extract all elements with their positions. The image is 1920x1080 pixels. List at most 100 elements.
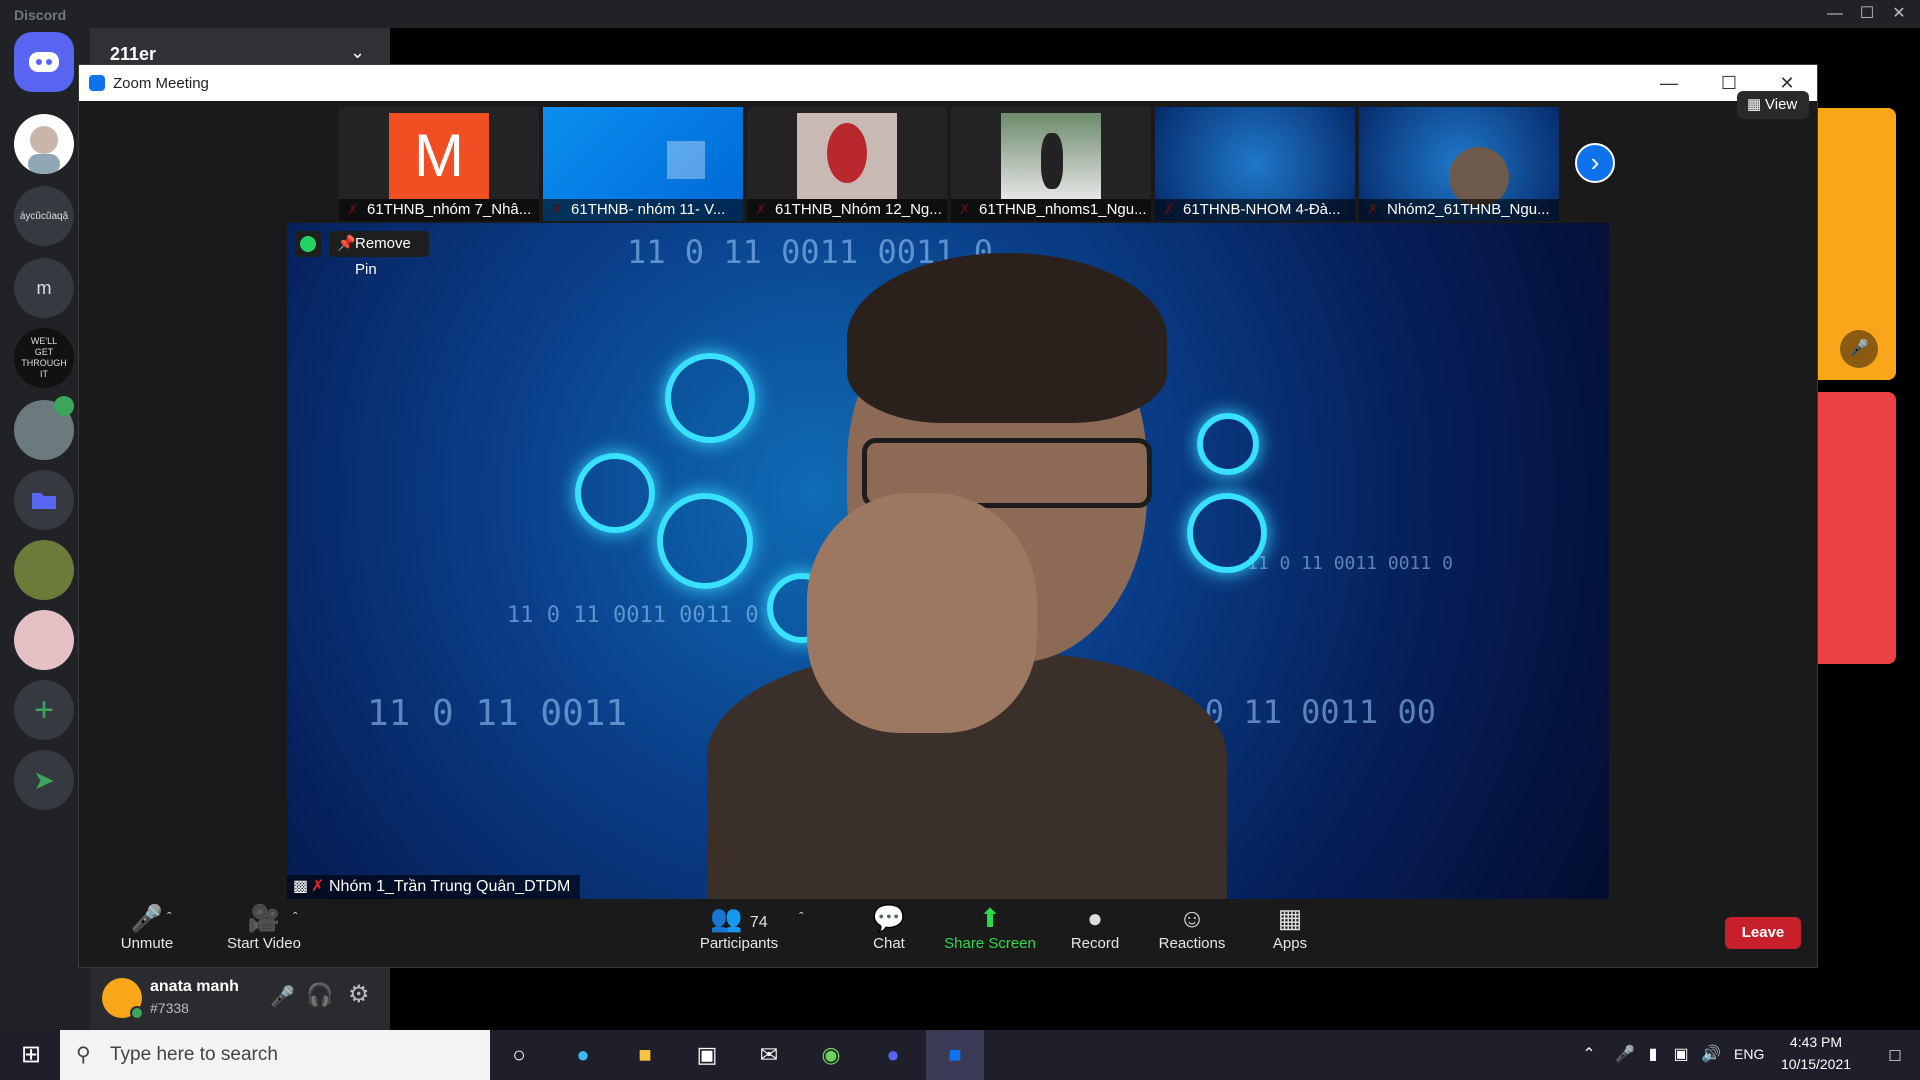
thumbnail-name: 61THNB_nhoms1_Ngu... [951, 199, 1151, 221]
power-gear-icon [665, 353, 755, 443]
server-rail: áycũcũaqậ m WE'LL GET THROUGH IT + ➤ [0, 28, 90, 1030]
app-icon[interactable]: ◉ [802, 1030, 860, 1080]
thumbnail-name: 61THNB_Nhóm 12_Ng... [747, 199, 947, 221]
user-name: anata manh [150, 978, 239, 995]
thumbnail-1[interactable]: M ✗ 61THNB_nhóm 7_Nhâ... [339, 107, 539, 221]
close-button[interactable]: ✕ [1884, 2, 1914, 26]
chevron-up-icon[interactable]: ˆ [799, 909, 804, 925]
explore-icon[interactable]: ➤ [14, 750, 74, 810]
shield-icon [295, 231, 321, 257]
file-explorer-icon[interactable]: ■ [616, 1030, 674, 1080]
chevron-up-icon[interactable]: ˆ [293, 909, 298, 925]
discord-taskbar-icon[interactable]: ● [864, 1030, 922, 1080]
folder-icon[interactable] [14, 470, 74, 530]
reactions-button[interactable]: ☺ Reactions [1147, 901, 1237, 961]
participants-icon: 👥 74 [710, 903, 768, 933]
server-7[interactable] [14, 610, 74, 670]
user-panel: anata manh #7338 🎤 🎧 ⚙ [90, 966, 390, 1030]
server-6[interactable] [14, 540, 74, 600]
server-gear-icon [1187, 493, 1267, 573]
edge-icon[interactable]: ● [554, 1030, 612, 1080]
record-icon: ● [1087, 903, 1103, 933]
server-avatar-1[interactable] [14, 114, 74, 174]
grid-icon: ▦ [1747, 96, 1762, 113]
mic-off-icon: ✗ [311, 878, 325, 895]
bg-binary: 11 0 11 0011 0011 0 [507, 603, 759, 628]
participants-button[interactable]: 👥 74 Participants [689, 901, 789, 961]
main-speaker-label: ▩ ✗ Nhóm 1_Trần Trung Quân_DTDM [287, 875, 581, 899]
gear-icon[interactable]: ⚙ [348, 980, 370, 1009]
record-button[interactable]: ● Record [1055, 901, 1135, 961]
smiley-icon: ☺ [1178, 903, 1206, 933]
task-view-icon[interactable]: ○ [490, 1030, 548, 1080]
notification-icon[interactable]: □ [1866, 1030, 1920, 1080]
zoom-window: Zoom Meeting — ☐ ✕ M ✗ 61THNB_nhóm 7_Nhâ… [78, 64, 1818, 968]
taskbar: ⊞ ⚲ Type here to search ○ ● ■ ▣ ✉ ◉ ● ■ … [0, 1030, 1920, 1080]
windows-logo-icon [667, 141, 705, 179]
chevron-up-icon[interactable]: ˆ [167, 909, 172, 925]
main-video: 11 0 11 0011 0011 0 11 0 11 0011 11 0 11… [287, 223, 1609, 899]
discord-titlebar: Discord — ☐ ✕ [0, 0, 1920, 28]
mail-icon[interactable]: ✉ [740, 1030, 798, 1080]
server-3[interactable]: m [14, 258, 74, 318]
headphones-icon[interactable]: 🎧 [306, 982, 333, 1008]
chat-icon: 💬 [872, 903, 906, 933]
leave-button[interactable]: Leave [1725, 917, 1801, 949]
thumbnail-name: Nhóm2_61THNB_Ngu... [1359, 199, 1559, 221]
share-screen-button[interactable]: ⬆ Share Screen [935, 901, 1045, 961]
thumbnail-name: 61THNB_nhóm 7_Nhâ... [339, 199, 539, 221]
apps-button[interactable]: ▦ Apps [1255, 901, 1325, 961]
next-page-button[interactable]: › [1575, 143, 1615, 183]
thumbnail-2[interactable]: ✗ 61THNB- nhóm 11- V... [543, 107, 743, 221]
discord-app-title: Discord [14, 7, 67, 23]
mic-off-icon: 🎤 [130, 903, 164, 933]
minimize-button[interactable]: — [1820, 2, 1850, 26]
thumbnail-4[interactable]: ✗ 61THNB_nhoms1_Ngu... [951, 107, 1151, 221]
zoom-taskbar-icon[interactable]: ■ [926, 1030, 984, 1080]
taskbar-search-input[interactable]: ⚲ Type here to search [60, 1030, 490, 1080]
person-hair [847, 253, 1167, 423]
participant-photo [797, 113, 897, 199]
thumbnail-3[interactable]: ✗ 61THNB_Nhóm 12_Ng... [747, 107, 947, 221]
start-video-button[interactable]: 🎥 Start Video [209, 901, 319, 961]
user-tag: #7338 [150, 1000, 189, 1016]
zoom-window-title: Zoom Meeting [113, 75, 209, 92]
maximize-button[interactable]: ☐ [1852, 2, 1882, 26]
mic-off-icon: 🎤 [1840, 330, 1878, 368]
clock-time[interactable]: 4:43 PM [1776, 1034, 1856, 1050]
voice-active-icon [54, 396, 74, 416]
zoom-minimize-button[interactable]: — [1649, 69, 1689, 97]
unmute-button[interactable]: 🎤 Unmute [99, 901, 195, 961]
avatar-icon [28, 126, 60, 174]
pin-icon: 📌 [337, 235, 356, 252]
thumbnail-6[interactable]: ✗ Nhóm2_61THNB_Ngu... [1359, 107, 1559, 221]
participant-photo [1001, 113, 1101, 199]
video-off-icon: 🎥 [247, 903, 281, 933]
add-server-icon[interactable]: + [14, 680, 74, 740]
language-indicator[interactable]: ENG [1734, 1046, 1764, 1062]
chevron-down-icon[interactable]: ⌄ [350, 42, 365, 63]
hand [807, 493, 1037, 733]
share-screen-icon: ⬆ [979, 903, 1001, 933]
thumbnail-5[interactable]: ✗ 61THNB-NHOM 4-Đà... [1155, 107, 1355, 221]
mute-mic-icon[interactable]: 🎤 [270, 984, 295, 1009]
server-2[interactable]: áycũcũaqậ [14, 186, 74, 246]
store-icon[interactable]: ▣ [678, 1030, 736, 1080]
clock-date[interactable]: 10/15/2021 [1770, 1056, 1862, 1072]
zoom-logo-icon [89, 75, 105, 91]
signal-icon: ▩ [293, 878, 309, 895]
view-button[interactable]: ▦ View [1737, 91, 1809, 119]
discord-logo-icon [29, 52, 59, 72]
server-4[interactable]: WE'LL GET THROUGH IT [14, 328, 74, 388]
windows-start-icon[interactable]: ⊞ [2, 1030, 60, 1080]
thumbnail-name: 61THNB-NHOM 4-Đà... [1155, 199, 1355, 221]
server-name[interactable]: 211er [110, 44, 156, 65]
discord-home-button[interactable] [14, 32, 74, 92]
zoom-titlebar: Zoom Meeting — ☐ ✕ [79, 65, 1817, 101]
apps-icon: ▦ [1277, 903, 1303, 933]
clock-gear-icon [1197, 413, 1259, 475]
volume-icon[interactable]: 🔊 [1682, 1030, 1740, 1080]
chat-button[interactable]: 💬 Chat [849, 901, 929, 961]
remove-pin-button[interactable]: 📌 Remove Pin [329, 231, 429, 278]
search-icon: ⚲ [76, 1044, 91, 1066]
